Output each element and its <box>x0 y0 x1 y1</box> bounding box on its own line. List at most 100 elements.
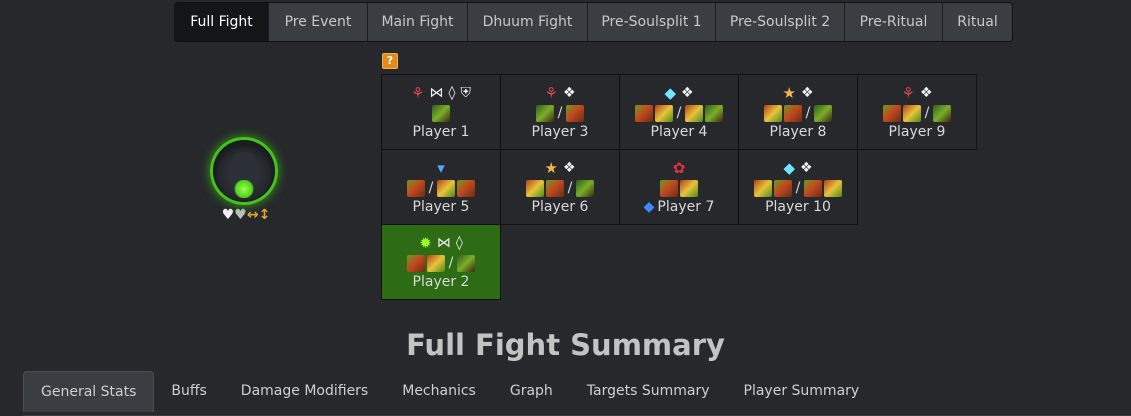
weapon-icon <box>437 179 456 197</box>
up-arrow-icon: ↕ <box>258 207 271 223</box>
weapon-icon <box>525 179 544 197</box>
druid-icon: ✹ <box>419 234 432 252</box>
weapon-icon <box>680 179 698 197</box>
player-card[interactable]: ▾ / Player 5 <box>381 149 501 225</box>
tab-pre-ritual[interactable]: Pre-Ritual <box>845 3 943 41</box>
firebrand-icon: ★ <box>782 84 796 102</box>
tab-general-stats[interactable]: General Stats <box>23 371 155 412</box>
tab-targets-summary[interactable]: Targets Summary <box>570 371 727 412</box>
commander-icon: ◆ <box>643 199 655 215</box>
player-name: ◆ Player 7 <box>620 198 738 216</box>
player-card[interactable]: ◆ ❖ / Player 4 <box>619 74 739 150</box>
weapon-icon <box>753 179 772 197</box>
healing-icon: ⛨ <box>460 85 471 101</box>
weapon-icon <box>660 179 678 197</box>
phase-tabs: Full Fight Pre Event Main Fight Dhuum Fi… <box>174 2 1013 42</box>
dps-icon: ❖ <box>800 85 814 101</box>
player-card[interactable]: ⚘ ❖ / Player 3 <box>500 74 620 150</box>
dps-icon: ❖ <box>562 160 576 176</box>
dps-icon: ❖ <box>799 160 813 176</box>
player-name: Player 2 <box>412 274 470 290</box>
player-name: Player 5 <box>412 199 470 215</box>
weapon-icon <box>654 104 673 122</box>
weapon-icon <box>406 254 425 272</box>
weapon-icon <box>457 254 476 272</box>
help-icon[interactable]: ? <box>382 53 398 69</box>
weapon-icon <box>804 179 823 197</box>
player-name: Player 1 <box>412 124 470 140</box>
tab-main-fight[interactable]: Main Fight <box>368 3 468 41</box>
squad-grid: ⚘ ⋈ ◊ ⛨ Player 1 ⚘ ❖ / Player 3 ◆ ❖ / Pl… <box>381 74 982 300</box>
target-panel: ♥ ♥ ↔ ↕ <box>210 140 282 222</box>
player-name: Player 3 <box>531 124 589 140</box>
dps-icon: ❖ <box>680 85 694 101</box>
squad-row: ✹ ⋈ ◊ / Player 2 <box>381 224 982 300</box>
weapon-icon <box>933 104 952 122</box>
tab-mechanics[interactable]: Mechanics <box>385 371 493 412</box>
dps-icon: ❖ <box>562 85 576 101</box>
renegade-icon: ✿ <box>672 159 686 177</box>
tab-dhuum-fight[interactable]: Dhuum Fight <box>468 3 588 41</box>
firebrand-icon: ★ <box>544 159 558 177</box>
dhuum-portrait-icon[interactable] <box>213 140 275 202</box>
tab-pre-soulsplit-1[interactable]: Pre-Soulsplit 1 <box>588 3 716 41</box>
player-name: Player 10 <box>765 199 831 215</box>
player-name-text: Player 7 <box>657 199 715 215</box>
weapon-icon <box>545 179 564 197</box>
weapon-icon <box>685 104 704 122</box>
weapon-icon <box>902 104 921 122</box>
player-name: Player 9 <box>888 124 946 140</box>
player-card[interactable]: ◆ ❖ / Player 10 <box>738 149 858 225</box>
weapon-icon <box>783 104 802 122</box>
player-name: Player 4 <box>650 124 708 140</box>
heart-icon: ♥ <box>234 207 247 223</box>
weapon-icon <box>763 104 782 122</box>
weapon-icon <box>824 179 843 197</box>
weapon-icon <box>535 104 554 122</box>
squad-row: ⚘ ⋈ ◊ ⛨ Player 1 ⚘ ❖ / Player 3 ◆ ❖ / Pl… <box>381 74 982 150</box>
weapon-icon <box>773 179 792 197</box>
weapon-icon <box>814 104 833 122</box>
weapon-icon <box>457 179 476 197</box>
page-title: Full Fight Summary <box>406 328 725 362</box>
condition-icon: ⋈ <box>436 235 451 251</box>
weapon-icon <box>432 104 450 122</box>
dps-icon: ❖ <box>919 85 933 101</box>
tempest-icon: ◆ <box>664 84 676 102</box>
player-card[interactable]: ✹ ⋈ ◊ / Player 2 <box>381 224 501 300</box>
tab-ritual[interactable]: Ritual <box>943 3 1012 41</box>
tab-pre-event[interactable]: Pre Event <box>269 3 368 41</box>
boon-icon: ◊ <box>448 85 456 101</box>
heart-icon: ♥ <box>221 207 235 223</box>
player-card[interactable]: ⚘ ⋈ ◊ ⛨ Player 1 <box>381 74 501 150</box>
tab-buffs[interactable]: Buffs <box>154 371 223 412</box>
weapon-icon <box>406 179 425 197</box>
player-card[interactable]: ⚘ ❖ / Player 9 <box>857 74 977 150</box>
chronomancer-icon: ▾ <box>437 159 445 177</box>
player-name: Player 8 <box>769 124 827 140</box>
reaper-icon: ⚘ <box>411 84 425 102</box>
healing-icon: ◊ <box>455 235 463 251</box>
reaper-icon: ⚘ <box>544 84 558 102</box>
tab-pre-soulsplit-2[interactable]: Pre-Soulsplit 2 <box>716 3 845 41</box>
player-card[interactable]: ✿ ◆ Player 7 <box>619 149 739 225</box>
double-arrow-icon: ↔ <box>246 207 259 223</box>
squad-row: ▾ / Player 5 ★ ❖ / Player 6 ✿ ◆ Player 7 … <box>381 149 982 225</box>
player-card[interactable]: ★ ❖ / Player 6 <box>500 149 620 225</box>
tempest-icon: ◆ <box>783 159 795 177</box>
player-name: Player 6 <box>531 199 589 215</box>
player-card[interactable]: ★ ❖ / Player 8 <box>738 74 858 150</box>
reaper-icon: ⚘ <box>901 84 915 102</box>
weapon-icon <box>705 104 724 122</box>
weapon-icon <box>882 104 901 122</box>
tab-graph[interactable]: Graph <box>493 371 570 412</box>
weapon-icon <box>566 104 585 122</box>
condition-icon: ⋈ <box>429 85 444 101</box>
tab-full-fight[interactable]: Full Fight <box>175 3 269 41</box>
summary-tabs: General Stats Buffs Damage Modifiers Mec… <box>23 371 1131 416</box>
target-status-icons: ♥ ♥ ↔ ↕ <box>210 208 282 222</box>
weapon-icon <box>634 104 653 122</box>
tab-damage-modifiers[interactable]: Damage Modifiers <box>224 371 385 412</box>
weapon-icon <box>576 179 595 197</box>
tab-player-summary[interactable]: Player Summary <box>727 371 877 412</box>
